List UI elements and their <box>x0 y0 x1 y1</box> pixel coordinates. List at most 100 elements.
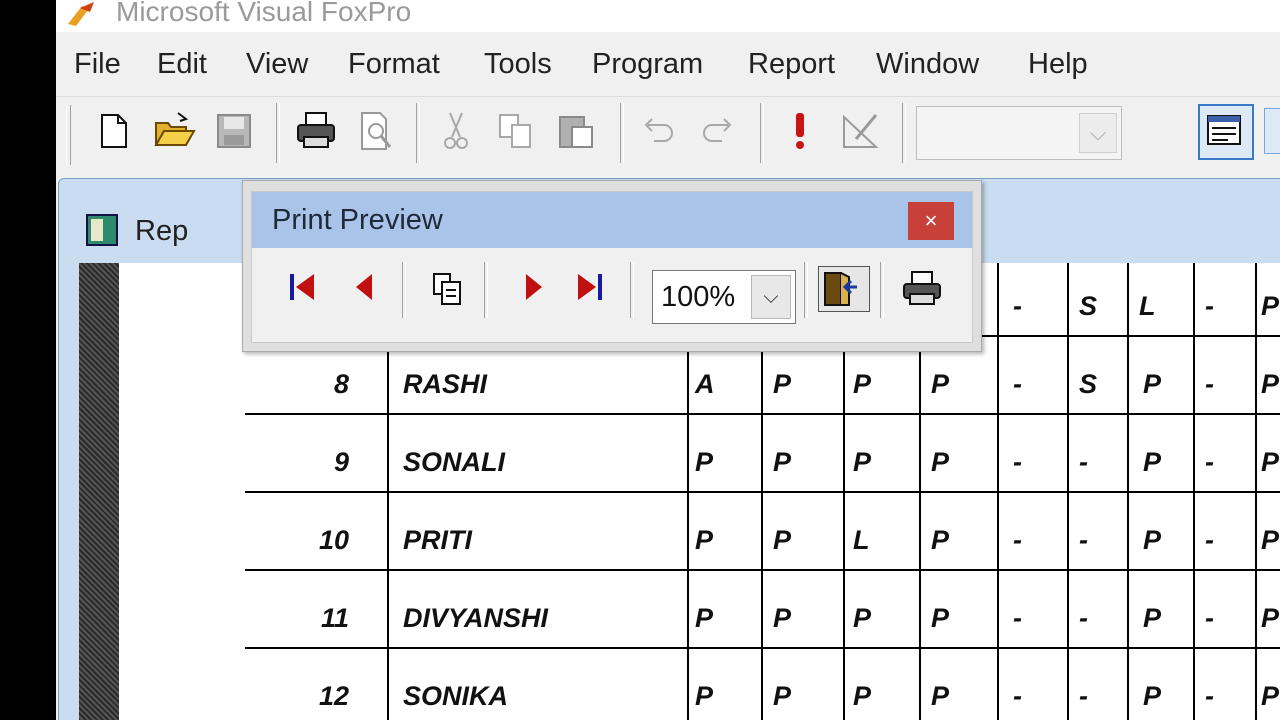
report-cell: P <box>773 369 792 399</box>
report-cell: P <box>931 369 950 399</box>
save-icon[interactable] <box>212 109 256 153</box>
report-cell: P <box>853 603 872 633</box>
report-window-icon <box>85 213 119 247</box>
undo-icon[interactable] <box>636 109 680 153</box>
report-cell: P <box>1261 681 1280 711</box>
page-border <box>79 263 119 720</box>
print-icon[interactable] <box>294 109 338 153</box>
zoom-select[interactable]: 100% ⌵ <box>652 270 796 324</box>
go-to-page-icon[interactable] <box>428 266 468 310</box>
report-cell: A <box>695 369 715 399</box>
report-cell: P <box>1261 447 1280 477</box>
menu-program[interactable]: Program <box>592 48 703 81</box>
menu-window[interactable]: Window <box>876 48 979 81</box>
student-name: DIVYANSHI <box>403 603 549 633</box>
report-cell: - <box>1013 603 1022 633</box>
report-cell: P <box>931 603 950 633</box>
report-cell: P <box>1143 447 1162 477</box>
toolbar-separator <box>902 103 906 163</box>
report-cell: P <box>695 603 714 633</box>
report-cell: - <box>1205 603 1214 633</box>
report-cell: - <box>1013 291 1022 321</box>
report-cell: P <box>773 447 792 477</box>
row-number: 12 <box>318 681 349 711</box>
menu-view[interactable]: View <box>246 48 308 81</box>
toolbar-separator <box>276 103 280 163</box>
report-cell: P <box>1143 525 1162 555</box>
report-window-title: Rep <box>135 215 189 247</box>
last-page-icon[interactable] <box>570 266 610 310</box>
new-file-icon[interactable] <box>92 109 136 153</box>
menu-help[interactable]: Help <box>1028 48 1088 81</box>
grid-line <box>245 647 1280 649</box>
menu-report[interactable]: Report <box>748 48 835 81</box>
close-button[interactable]: × <box>908 202 954 240</box>
toolbar-separator <box>620 103 624 163</box>
toolbar-grip[interactable] <box>66 105 71 165</box>
student-name: RASHI <box>403 369 488 399</box>
open-folder-icon[interactable] <box>152 109 196 153</box>
foxpro-logo-icon <box>64 0 104 28</box>
title-bar: Microsoft Visual FoxPro <box>56 0 1280 32</box>
menu-file[interactable]: File <box>74 48 121 81</box>
menu-edit[interactable]: Edit <box>157 48 207 81</box>
grid-line <box>245 491 1280 493</box>
menu-tools[interactable]: Tools <box>484 48 552 81</box>
student-name: SONIKA <box>403 681 509 711</box>
redo-icon[interactable] <box>696 109 740 153</box>
report-cell: - <box>1205 369 1214 399</box>
row-number: 11 <box>320 603 349 633</box>
run-icon[interactable] <box>778 109 822 153</box>
grid-line <box>387 343 389 720</box>
report-cell: P <box>1261 603 1280 633</box>
app-title: Microsoft Visual FoxPro <box>116 0 412 27</box>
toolbar-separator <box>484 262 488 318</box>
toolbar-separator <box>416 103 420 163</box>
print-icon[interactable] <box>902 266 942 310</box>
report-cell: L <box>1139 291 1156 321</box>
first-page-icon[interactable] <box>284 266 324 310</box>
chevron-down-icon[interactable]: ⌵ <box>751 275 791 319</box>
chevron-down-icon[interactable]: ⌵ <box>1079 113 1117 153</box>
print-preview-titlebar[interactable]: Print Preview × <box>252 192 972 248</box>
report-cell: P <box>1143 369 1162 399</box>
copy-icon[interactable] <box>494 109 538 153</box>
report-cell: P <box>695 681 714 711</box>
toolbar-separator <box>760 103 764 163</box>
paste-icon[interactable] <box>554 109 598 153</box>
report-cell: - <box>1079 603 1088 633</box>
report-cell: - <box>1079 681 1088 711</box>
grid-line <box>843 343 845 720</box>
grid-line <box>245 569 1280 571</box>
report-cell: P <box>773 603 792 633</box>
toolbar-separator <box>804 262 808 318</box>
cut-icon[interactable] <box>434 109 478 153</box>
report-cell: - <box>1013 525 1022 555</box>
previous-page-icon[interactable] <box>344 266 384 310</box>
report-cell: - <box>1079 447 1088 477</box>
row-number: 9 <box>333 447 349 477</box>
report-cell: P <box>1261 369 1280 399</box>
extra-toolbar-icon[interactable] <box>1264 108 1280 154</box>
report-cell: - <box>1013 681 1022 711</box>
report-cell: P <box>695 447 714 477</box>
report-cell: P <box>1261 291 1280 321</box>
object-combo[interactable]: ⌵ <box>916 106 1122 160</box>
print-preview-body: Print Preview × 100% ⌵ <box>251 191 973 343</box>
print-preview-title: Print Preview <box>272 204 443 236</box>
form-window-icon[interactable] <box>1198 104 1254 160</box>
print-preview-toolbar: Print Preview × 100% ⌵ <box>242 180 982 352</box>
foxpro-app-window: Microsoft Visual FoxPro File Edit View F… <box>56 0 1280 720</box>
next-page-icon[interactable] <box>514 266 554 310</box>
report-cell: P <box>931 525 950 555</box>
grid-line <box>761 343 763 720</box>
menu-format[interactable]: Format <box>348 48 440 81</box>
menu-bar: File Edit View Format Tools Program Repo… <box>56 40 1280 96</box>
modify-icon[interactable] <box>838 109 882 153</box>
student-name: SONALI <box>403 447 506 477</box>
print-preview-icon[interactable] <box>354 109 398 153</box>
grid-line <box>245 413 1280 415</box>
close-preview-icon[interactable] <box>818 266 870 312</box>
report-cell: P <box>695 525 714 555</box>
report-cell: P <box>773 525 792 555</box>
